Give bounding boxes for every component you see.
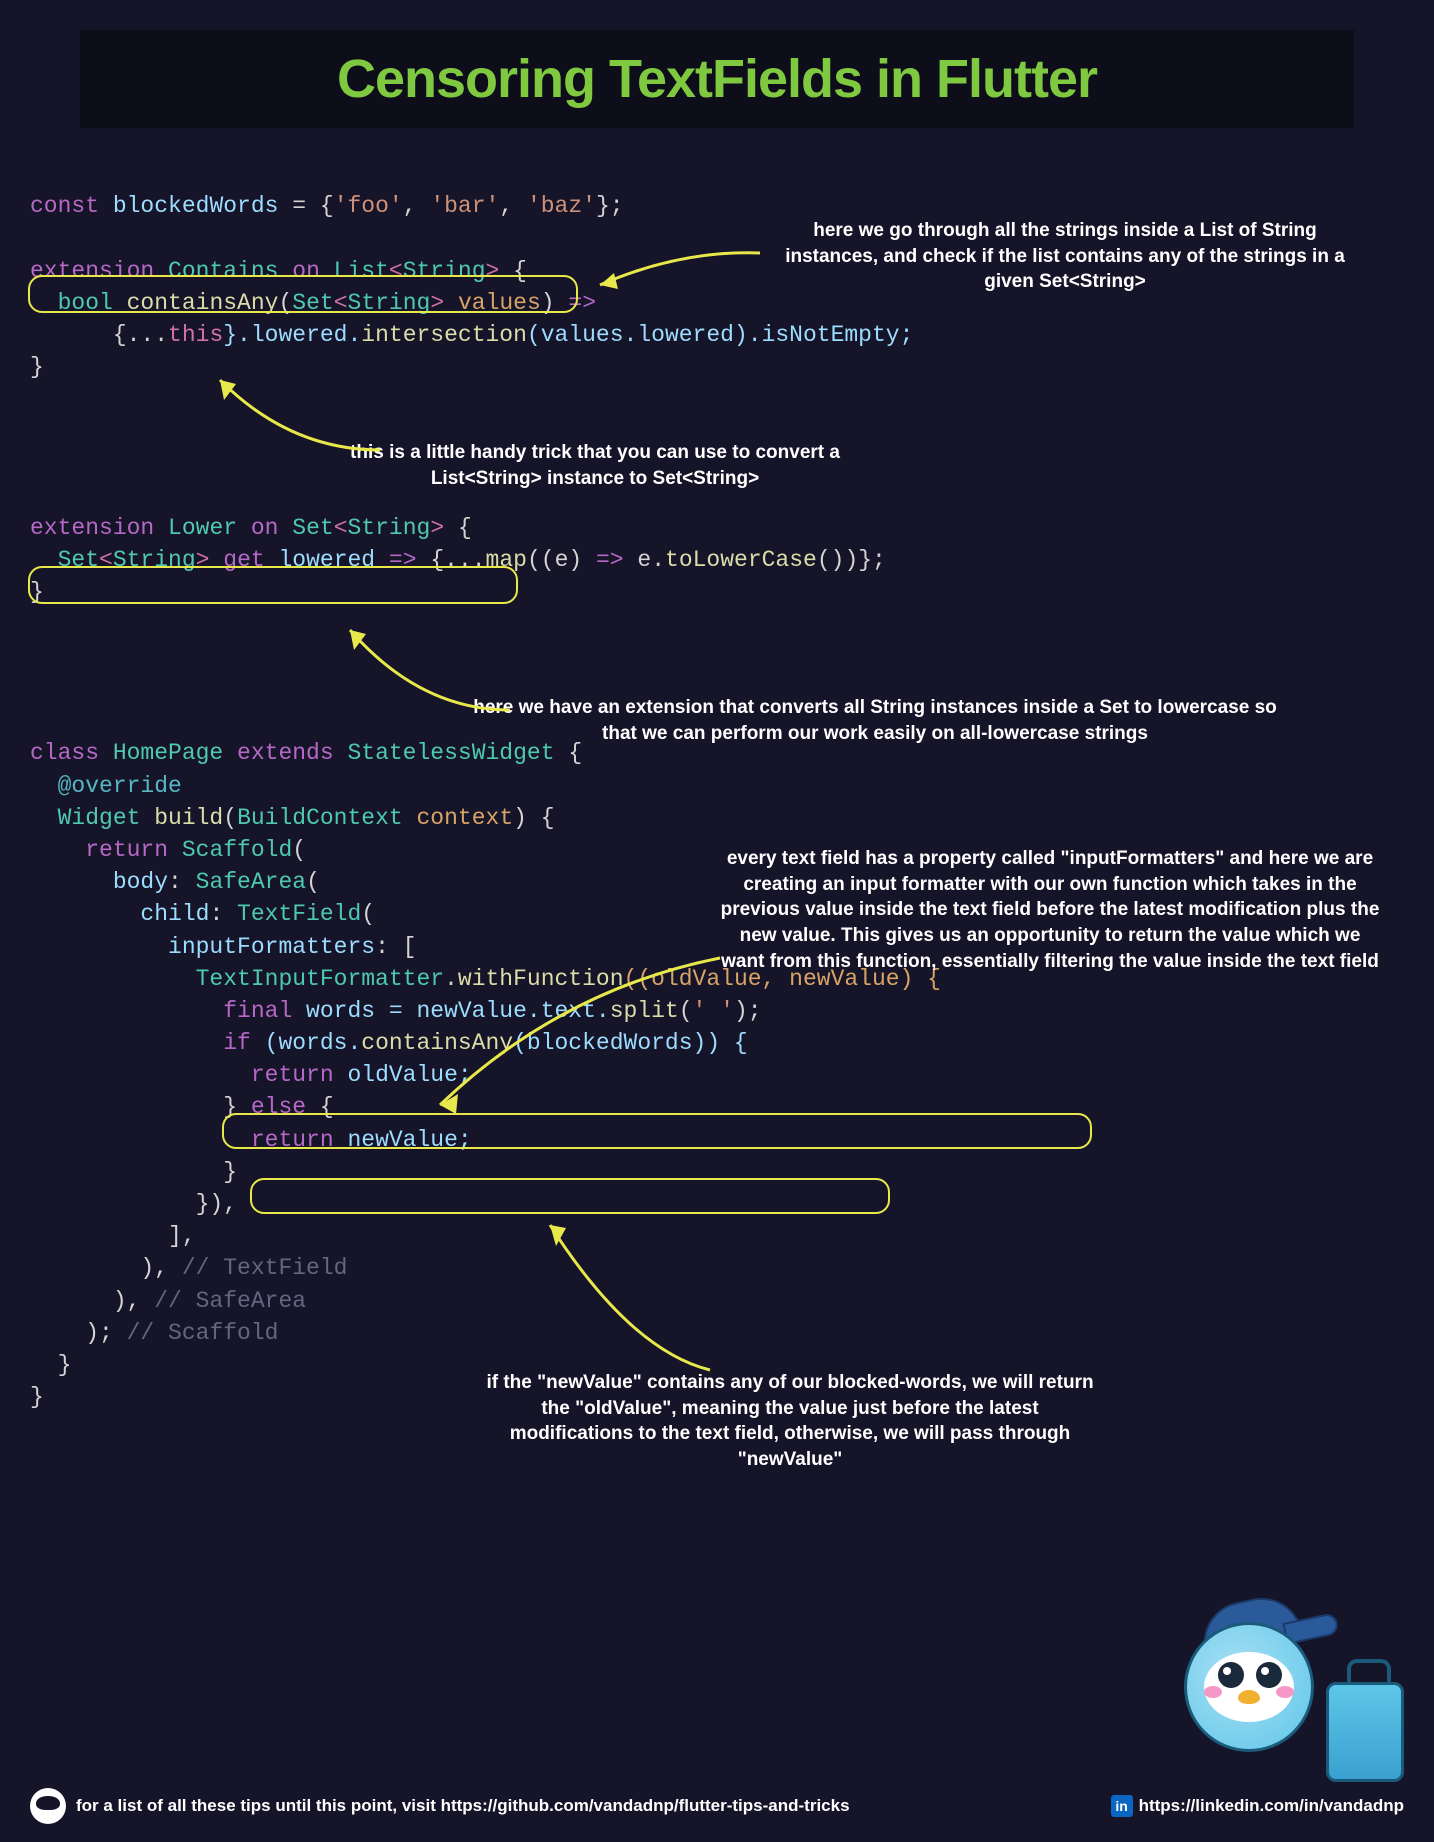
code-block: const blockedWords = {'foo', 'bar', 'baz… [0,128,1434,1413]
linkedin-icon: in [1111,1795,1133,1817]
github-icon [30,1788,66,1824]
kw-extension: extension [30,258,154,284]
mascot-bird [1174,1582,1404,1782]
annotation-3: here we have an extension that converts … [470,695,1280,746]
annotation-4: every text field has a property called "… [720,846,1380,974]
footer: for a list of all these tips until this … [0,1788,1434,1824]
kw-const: const [30,193,99,219]
annotation-5: if the "newValue" contains any of our bl… [480,1370,1100,1473]
page-title: Censoring TextFields in Flutter [120,48,1314,110]
footer-linkedin-text: https://linkedin.com/in/vandadnp [1139,1796,1404,1816]
title-bar: Censoring TextFields in Flutter [80,30,1354,128]
annotation-1: here we go through all the strings insid… [770,218,1360,295]
annotation-2: this is a little handy trick that you ca… [330,440,860,491]
footer-github-text: for a list of all these tips until this … [76,1796,850,1816]
kw-class: class [30,740,99,766]
